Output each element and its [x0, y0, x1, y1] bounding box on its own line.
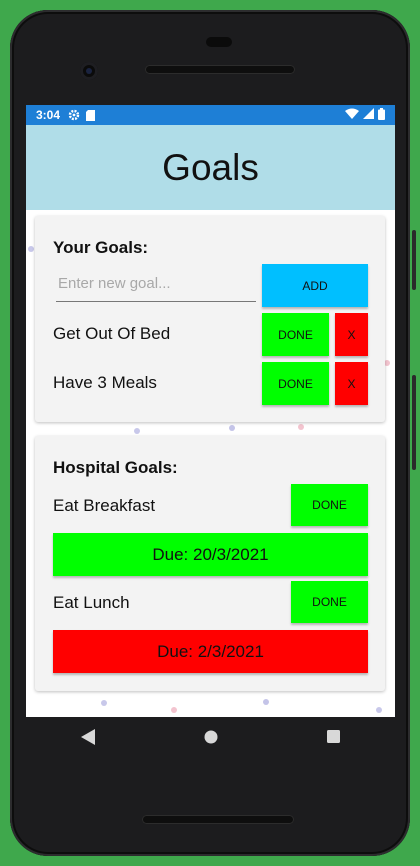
- main-content: Your Goals: ADD Get Out Of Bed DONE X Ha…: [26, 210, 395, 717]
- decor-dot: [171, 707, 177, 713]
- goal-label: Have 3 Meals: [53, 373, 157, 392]
- system-nav-bar: [26, 717, 395, 761]
- recents-icon[interactable]: [327, 730, 341, 748]
- new-goal-input[interactable]: [56, 265, 256, 302]
- goal-remove-button[interactable]: X: [335, 313, 368, 356]
- hospital-goal-done-button[interactable]: DONE: [291, 581, 368, 623]
- bottom-speaker: [142, 815, 294, 824]
- goal-done-button[interactable]: DONE: [262, 362, 329, 405]
- decor-dot: [263, 699, 269, 705]
- goal-done-button[interactable]: DONE: [262, 313, 329, 356]
- hospital-goals-card: Hospital Goals: Eat Breakfast DONE Due: …: [35, 436, 385, 691]
- decor-dot: [134, 428, 140, 434]
- proximity-sensor: [206, 37, 232, 47]
- wifi-icon: [345, 108, 359, 122]
- decor-dot: [298, 424, 304, 430]
- goal-label: Get Out Of Bed: [53, 324, 171, 343]
- front-camera: [80, 62, 98, 80]
- earpiece-speaker: [145, 65, 295, 74]
- gear-icon: [68, 109, 80, 121]
- app-screen: 3:04 Goals Your Goals: Enter new goal...…: [26, 105, 395, 717]
- decor-dot: [229, 425, 235, 431]
- power-button: [412, 375, 416, 470]
- due-date-bar: Due: 2/3/2021: [53, 630, 368, 673]
- your-goals-title: Your Goals:: [53, 238, 149, 257]
- battery-icon: [378, 107, 385, 123]
- hospital-goal-done-button[interactable]: DONE: [291, 484, 368, 526]
- decor-dot: [376, 707, 382, 713]
- page-title: Goals: [162, 146, 259, 188]
- volume-button: [412, 230, 416, 290]
- hospital-goal-label: Eat Lunch: [53, 593, 130, 612]
- sd-card-icon: [86, 109, 96, 121]
- goal-remove-button[interactable]: X: [335, 362, 368, 405]
- status-bar: 3:04: [26, 105, 395, 125]
- add-goal-button[interactable]: ADD: [262, 264, 368, 307]
- due-date-bar: Due: 20/3/2021: [53, 533, 368, 576]
- hospital-goals-title: Hospital Goals:: [53, 458, 178, 477]
- decor-dot: [101, 700, 107, 706]
- app-bar: Goals: [26, 125, 395, 210]
- decor-dot: [28, 246, 34, 252]
- signal-icon: [363, 108, 374, 122]
- hospital-goal-label: Eat Breakfast: [53, 496, 156, 515]
- back-icon[interactable]: [80, 728, 95, 750]
- home-icon[interactable]: [204, 730, 218, 749]
- your-goals-card: Your Goals: ADD Get Out Of Bed DONE X Ha…: [35, 216, 385, 422]
- status-time: 3:04: [36, 108, 61, 122]
